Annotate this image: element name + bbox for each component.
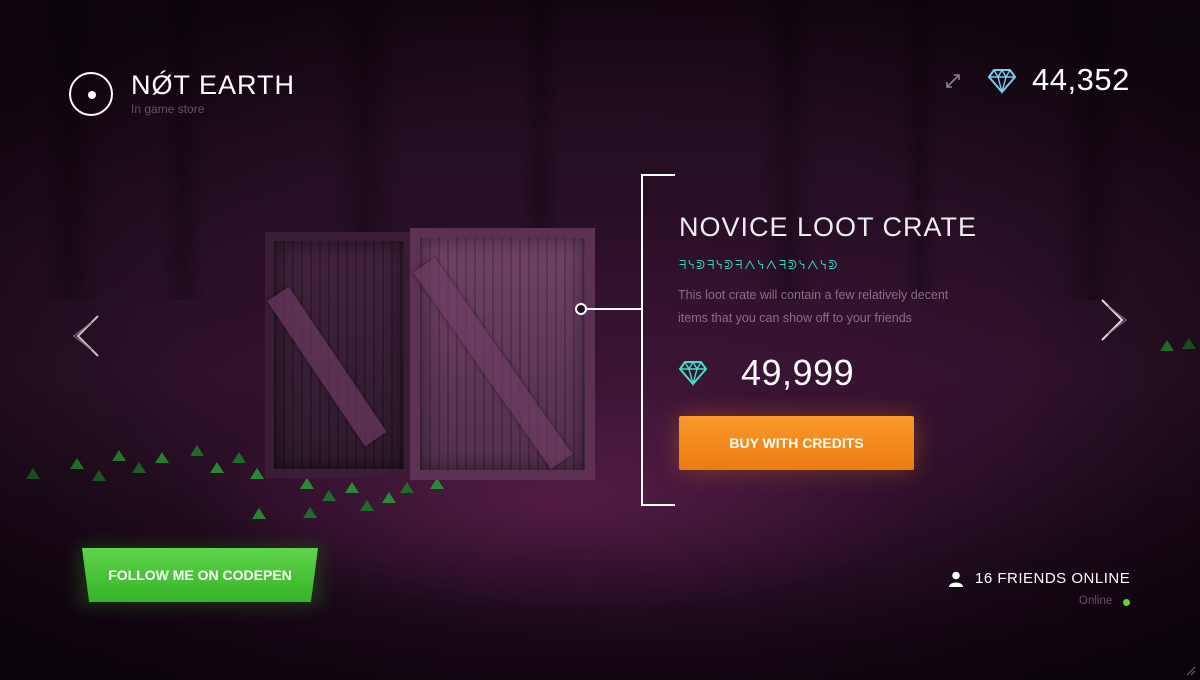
leaf [1182,338,1196,349]
tree-trunk [160,0,205,300]
leaf [155,452,169,463]
online-status: Online [1079,595,1113,607]
leaf [252,508,266,519]
chevron-left-icon[interactable] [68,314,102,358]
tree-trunk [760,0,815,300]
crate-front [410,228,595,480]
expand-icon[interactable] [944,72,962,90]
friends-online-count[interactable]: 16 FRIENDS ONLINE [975,570,1130,587]
user-icon [949,571,963,587]
follow-codepen-button[interactable]: FOLLOW ME ON CODEPEN [82,548,318,602]
item-price: 49,999 [741,352,855,393]
leaf [382,492,396,503]
diamond-icon [988,68,1016,94]
bracket-top [641,174,675,176]
connector-line [585,308,642,310]
crate-plank [267,286,387,447]
logo-icon [69,72,113,116]
leaf [345,482,359,493]
brand-title: NǾT EARTH [131,70,296,100]
leaf [210,462,224,473]
bracket-vertical [641,174,643,506]
online-indicator [1123,599,1130,606]
leaf [322,490,336,501]
loot-crate [265,228,595,483]
leaf [232,452,246,463]
leaf [70,458,84,469]
brand-subtitle: In game store [131,102,205,116]
leaf [26,468,40,479]
leaf [1160,340,1174,351]
connector-knob [575,303,587,315]
leaf [190,445,204,456]
leaf [360,500,374,511]
diamond-icon [679,360,707,386]
logo-dot [88,91,96,99]
leaf [132,462,146,473]
tree-trunk [1060,0,1125,300]
buy-with-credits-button[interactable]: BUY WITH CREDITS [679,416,914,470]
chevron-right-icon[interactable] [1098,298,1132,342]
item-alien-code: ᖷᓭᕲᖷᓭᕲᖷᐱᓭᐱᖷᕲᓭᐱᓭᕲ [679,258,840,272]
resize-handle-icon [1186,666,1196,676]
tree-trunk [900,0,940,300]
leaf [112,450,126,461]
crate-plank [413,257,573,470]
leaf [250,468,264,479]
item-title: NOVICE LOOT CRATE [679,212,978,242]
leaf [303,507,317,518]
credits-balance: 44,352 [1032,62,1130,97]
tree-trunk [40,0,100,300]
leaf [92,470,106,481]
item-description: This loot crate will contain a few relat… [678,288,949,325]
leaf [400,482,414,493]
bracket-bottom [641,504,675,506]
crate-side [265,232,413,478]
